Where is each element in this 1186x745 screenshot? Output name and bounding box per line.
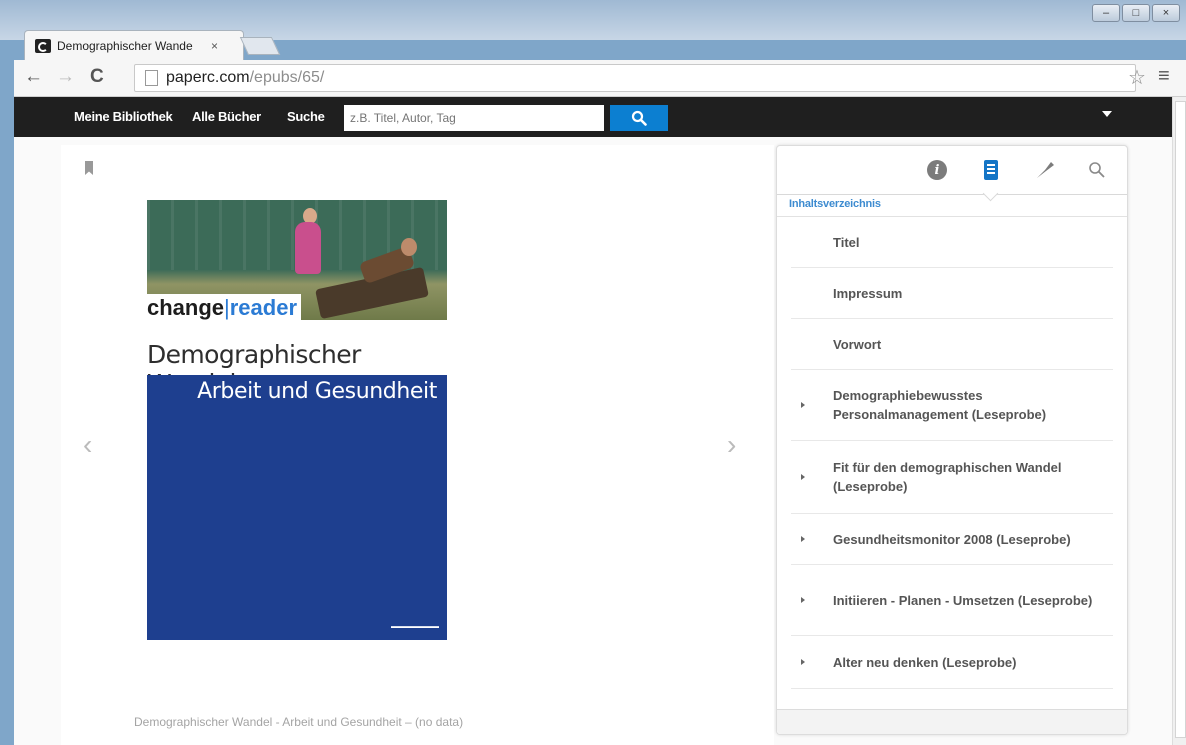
cover-brand: change|reader bbox=[147, 294, 302, 322]
reload-icon[interactable]: C bbox=[90, 66, 104, 88]
next-page-icon[interactable]: › bbox=[727, 429, 736, 461]
tab-title: Demographischer Wande bbox=[57, 39, 193, 53]
window-controls: – □ × bbox=[1092, 4, 1180, 22]
page-viewport: Meine Bibliothek Alle Bücher Suche ‹ › bbox=[14, 97, 1172, 745]
publisher-logo: ▬▬▬▬▬▬▬▬ bbox=[391, 624, 439, 630]
panel-search-icon[interactable] bbox=[1085, 158, 1109, 182]
back-icon[interactable]: ← bbox=[24, 66, 43, 88]
expand-arrow-icon[interactable] bbox=[801, 536, 805, 542]
menu-icon[interactable]: ≡ bbox=[1158, 65, 1170, 88]
expand-arrow-icon[interactable] bbox=[801, 474, 805, 480]
forward-icon[interactable]: → bbox=[56, 66, 75, 88]
info-icon[interactable]: i bbox=[925, 158, 949, 182]
toc-list: Titel Impressum Vorwort Demographiebewus… bbox=[791, 217, 1113, 689]
reader-page: ‹ › change|reader Demographischer Wandel… bbox=[61, 145, 774, 745]
cover-subtitle: Arbeit und Gesundheit bbox=[197, 379, 437, 404]
toc-item-gesundheitsmonitor[interactable]: Gesundheitsmonitor 2008 (Leseprobe) bbox=[791, 514, 1113, 565]
minimize-icon[interactable]: – bbox=[1092, 4, 1120, 22]
vertical-scrollbar[interactable] bbox=[1172, 97, 1186, 745]
toc-item-titel[interactable]: Titel bbox=[791, 217, 1113, 268]
toc-item-personalmanagement[interactable]: Demographiebewusstes Personalmanagement … bbox=[791, 370, 1113, 441]
bookmark-star-icon[interactable]: ☆ bbox=[1128, 65, 1146, 90]
previous-page-icon[interactable]: ‹ bbox=[83, 429, 92, 461]
book-cover: change|reader Demographischer Wandel Arb… bbox=[147, 200, 447, 640]
search-input[interactable] bbox=[344, 105, 604, 131]
nav-search[interactable]: Suche bbox=[287, 109, 325, 124]
toc-item-alter-neu-denken[interactable]: Alter neu denken (Leseprobe) bbox=[791, 636, 1113, 689]
bookmark-icon[interactable] bbox=[85, 161, 93, 175]
nav-all-books[interactable]: Alle Bücher bbox=[192, 109, 261, 124]
close-icon[interactable]: × bbox=[1152, 4, 1180, 22]
brand-reader: reader bbox=[229, 295, 298, 320]
chevron-down-icon[interactable] bbox=[1102, 111, 1112, 117]
tab-close-icon[interactable]: × bbox=[211, 39, 218, 53]
site-favicon-icon bbox=[35, 39, 51, 53]
expand-arrow-icon[interactable] bbox=[801, 597, 805, 603]
panel-toolbar: i bbox=[777, 146, 1127, 194]
expand-arrow-icon[interactable] bbox=[801, 402, 805, 408]
cover-blue-panel: Arbeit und Gesundheit ▬▬▬▬▬▬▬▬ bbox=[147, 375, 447, 640]
page-footer-caption: Demographischer Wandel - Arbeit und Gesu… bbox=[134, 715, 464, 729]
toc-icon[interactable] bbox=[979, 158, 1003, 182]
search-icon bbox=[631, 110, 647, 126]
toc-item-fit-fuer-wandel[interactable]: Fit für den demographischen Wandel (Lese… bbox=[791, 441, 1113, 514]
toc-panel: i Inhaltsverzeichnis Titel Impressum Vor… bbox=[776, 145, 1128, 735]
panel-footer bbox=[777, 709, 1127, 734]
brand-change: change bbox=[147, 295, 225, 320]
maximize-icon[interactable]: □ bbox=[1122, 4, 1150, 22]
url-host: paperc.com bbox=[166, 69, 250, 86]
toc-item-impressum[interactable]: Impressum bbox=[791, 268, 1113, 319]
address-bar[interactable]: paperc.com /epubs/65/ bbox=[134, 64, 1136, 92]
toc-heading: Inhaltsverzeichnis bbox=[789, 198, 881, 210]
browser-toolbar: ← → C paperc.com /epubs/65/ ☆ ≡ bbox=[14, 60, 1186, 97]
toc-item-initiieren[interactable]: Initiieren - Planen - Umsetzen (Leseprob… bbox=[791, 565, 1113, 636]
nav-my-library[interactable]: Meine Bibliothek bbox=[74, 109, 173, 124]
expand-arrow-icon[interactable] bbox=[801, 659, 805, 665]
url-path: /epubs/65/ bbox=[249, 69, 325, 86]
page-icon bbox=[145, 70, 158, 86]
toc-item-vorwort[interactable]: Vorwort bbox=[791, 319, 1113, 370]
search-button[interactable] bbox=[610, 105, 668, 131]
browser-tab[interactable]: Demographischer Wande × bbox=[24, 30, 244, 61]
site-navbar: Meine Bibliothek Alle Bücher Suche bbox=[14, 97, 1172, 137]
scrollbar-thumb[interactable] bbox=[1175, 101, 1186, 738]
tag-icon[interactable] bbox=[1033, 158, 1057, 182]
